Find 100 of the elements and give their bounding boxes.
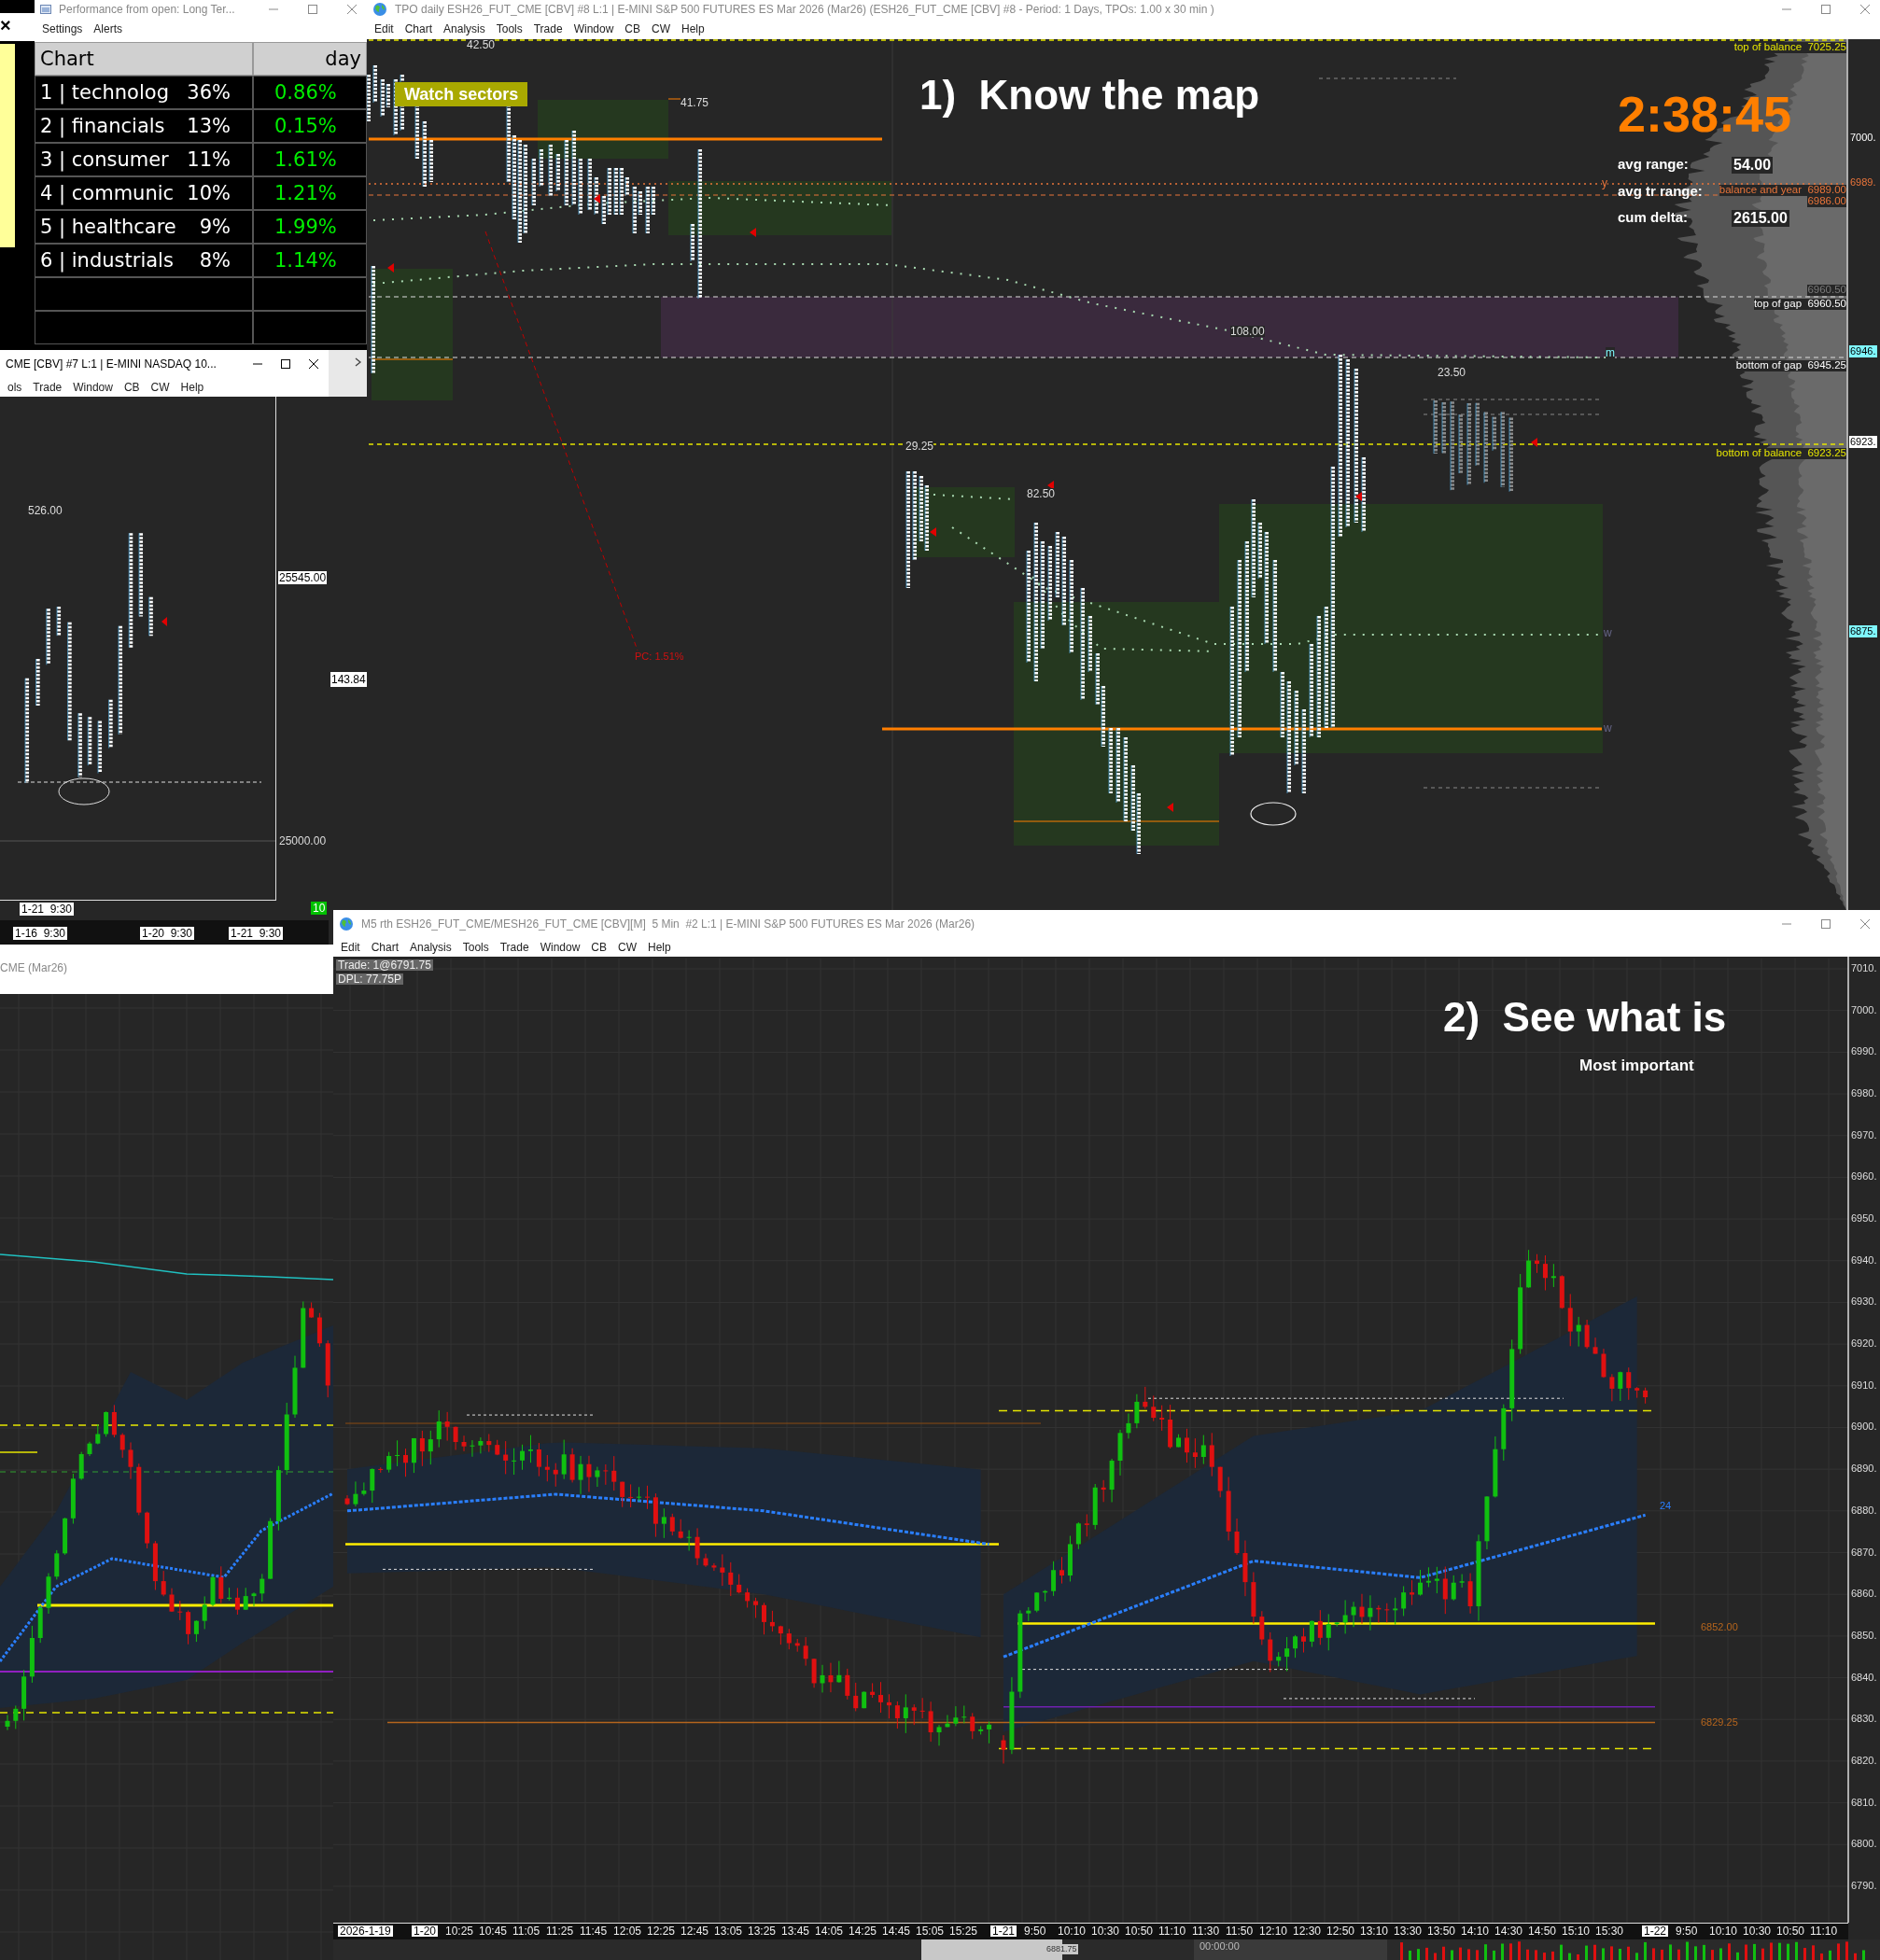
axis-label: 15:30 [1595,1925,1624,1937]
menu-item[interactable]: ols [3,381,27,394]
axis-label: 15:10 [1562,1925,1591,1937]
axis-label: 6830. [1851,1714,1877,1725]
axis-label: 6890. [1851,1463,1877,1475]
axis-label: 6880. [1851,1505,1877,1516]
menu-item[interactable]: Trade [495,941,534,954]
axis-label: 11:30 [1192,1925,1220,1937]
date-tag: 1-21 9:30 [20,903,75,916]
axis-label: 6930. [1851,1296,1877,1308]
change-value: 0.15% [274,115,337,137]
menu-item[interactable]: Settings [37,21,88,35]
note-label: Watch sectors [395,82,528,106]
axis-label: 15:25 [949,1925,978,1937]
axis-label: 6800. [1851,1839,1877,1850]
level-label: 24 [1660,1501,1672,1512]
axis-label: 9:50 [1024,1925,1046,1937]
menu-item[interactable]: Edit [370,21,399,35]
menu-item[interactable]: Tools [457,941,494,954]
axis-label: 10:50 [1776,1925,1805,1937]
stat-label: avg range: [1618,157,1689,171]
triangle-marker [750,228,756,237]
maximize-icon[interactable] [280,358,291,370]
menu-item[interactable]: Edit [336,941,365,954]
date-tag: 1-21 9:30 [229,927,284,940]
menu-item[interactable]: Window [535,941,585,954]
axis-label: 14:10 [1461,1925,1490,1937]
chart-label: w [1604,627,1612,638]
stat-value: 54.00 [1732,157,1774,174]
change-value: 1.61% [274,148,337,171]
axis-label: 13:10 [1360,1925,1389,1937]
axis-label: 25000.00 [279,835,327,847]
menu-item[interactable]: Help [175,381,209,394]
triangle-marker [1167,803,1173,812]
quote-value: 6881.75 [1045,1944,1078,1954]
close-icon[interactable] [308,358,319,370]
axis-label: 10:45 [479,1925,508,1937]
info-label: DPL: 77.75P [336,973,404,985]
axis-label: 6920. [1851,1338,1877,1350]
sector-weight: 9% [199,216,231,238]
menu-item[interactable]: CB [119,381,145,394]
menu-item[interactable]: Chart [366,941,404,954]
menu-item[interactable]: Trade [28,381,67,394]
sector-name: 1 | technolog [40,81,169,104]
menu-item[interactable]: CW [613,941,641,954]
chevron-right-icon[interactable] [355,357,362,367]
axis-label: 14:50 [1528,1925,1557,1937]
axis-label: 14:45 [882,1925,911,1937]
menu-item[interactable]: Help [677,21,709,35]
menu-item[interactable]: Window [568,21,619,35]
level-label: bottom of balance 6923.25 [1716,448,1846,459]
axis-label: 13:50 [1427,1925,1456,1937]
axis-label: 13:30 [1394,1925,1423,1937]
triangle-marker [1355,492,1362,501]
menu-item[interactable]: CB [620,21,645,35]
change-value: 0.86% [274,81,337,104]
menu-item[interactable]: Tools [491,21,527,35]
sector-name: 6 | industrials [40,249,174,272]
price-label: 6986.00 [1807,196,1846,207]
sector-weight: 8% [199,249,231,272]
sector-weight: 10% [187,182,231,204]
menu-item[interactable]: CB [586,941,611,954]
menu-item[interactable]: Chart [400,21,438,35]
axis-label: 6840. [1851,1672,1877,1683]
axis-label: 6960. [1851,1171,1877,1183]
menu-item[interactable]: Analysis [439,21,490,35]
menu-item[interactable]: CW [146,381,175,394]
stat-value: 2615.00 [1732,210,1789,227]
axis-label: 13:25 [748,1925,777,1937]
axis-label: 11:05 [512,1925,540,1937]
menu-item[interactable]: Window [68,381,118,394]
chart-label: 82.50 [1027,488,1056,499]
triangle-marker [161,617,167,626]
axis-label: 6990. [1851,1046,1877,1057]
menu-item[interactable]: Analysis [405,941,456,954]
axis-label: 11:45 [580,1925,608,1937]
price-tag: 143.84 [330,672,367,687]
menu-item[interactable]: Help [643,941,676,954]
sector-weight: 36% [187,81,231,104]
axis-label: 14:05 [815,1925,844,1937]
chart-label: w [1604,722,1612,734]
chart-heading: 1) Know the map [919,75,1260,116]
sector-weight: 13% [187,115,231,137]
level-label: balance and year 6989.00 [1719,185,1846,196]
axis-label: 12:05 [613,1925,642,1937]
clock-text: 00:00:00 [1200,1941,1240,1952]
window-icon [40,4,51,14]
menu-item[interactable]: Trade [528,21,568,35]
info-label: Trade: 1@6791.75 [336,959,433,971]
axis-label: 12:45 [680,1925,709,1937]
axis-label: 12:25 [647,1925,676,1937]
date-tag: 1-16 9:30 [13,927,68,940]
triangle-marker [1047,481,1054,490]
column-header: day [325,48,361,70]
level-label: top of gap 6960.50 [1753,299,1846,310]
menu-item[interactable]: Alerts [89,21,128,35]
level-line [0,1451,38,1453]
axis-label: 6980. [1851,1088,1877,1099]
panel-header [329,350,367,397]
menu-item[interactable]: CW [647,21,675,35]
